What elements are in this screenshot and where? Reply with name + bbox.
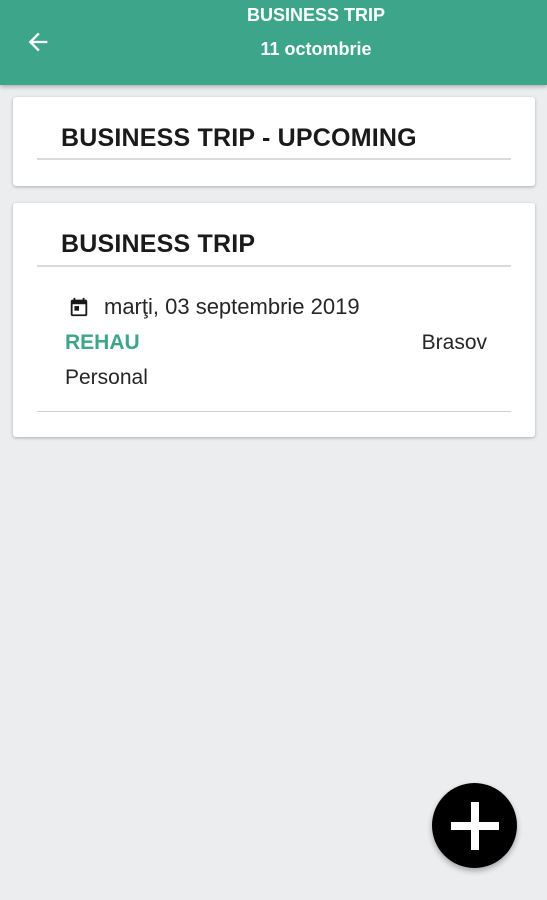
trips-card: BUSINESS TRIP marţi, 03 septembrie 2019 … (13, 203, 535, 437)
trip-date: marţi, 03 septembrie 2019 (104, 294, 360, 319)
trip-list-item[interactable]: marţi, 03 septembrie 2019 REHAU Brasov P… (13, 267, 535, 411)
divider (37, 158, 511, 160)
trip-company: REHAU (65, 331, 140, 354)
upcoming-trips-card: BUSINESS TRIP - UPCOMING (13, 97, 535, 186)
add-trip-button[interactable] (432, 783, 517, 868)
page-subtitle: 11 octombrie (260, 39, 372, 59)
page-title: BUSINESS TRIP (246, 5, 386, 25)
trip-type: Personal (65, 366, 148, 389)
calendar-icon (70, 297, 88, 317)
divider (37, 411, 511, 412)
trips-card-title: BUSINESS TRIP (61, 230, 256, 258)
upcoming-card-title: BUSINESS TRIP - UPCOMING (61, 124, 417, 152)
trip-city: Brasov (421, 331, 487, 354)
plus-icon (450, 801, 499, 850)
trip-date-row: marţi, 03 septembrie 2019 (68, 294, 360, 320)
app-bar: BUSINESS TRIP 11 octombrie (0, 0, 547, 85)
